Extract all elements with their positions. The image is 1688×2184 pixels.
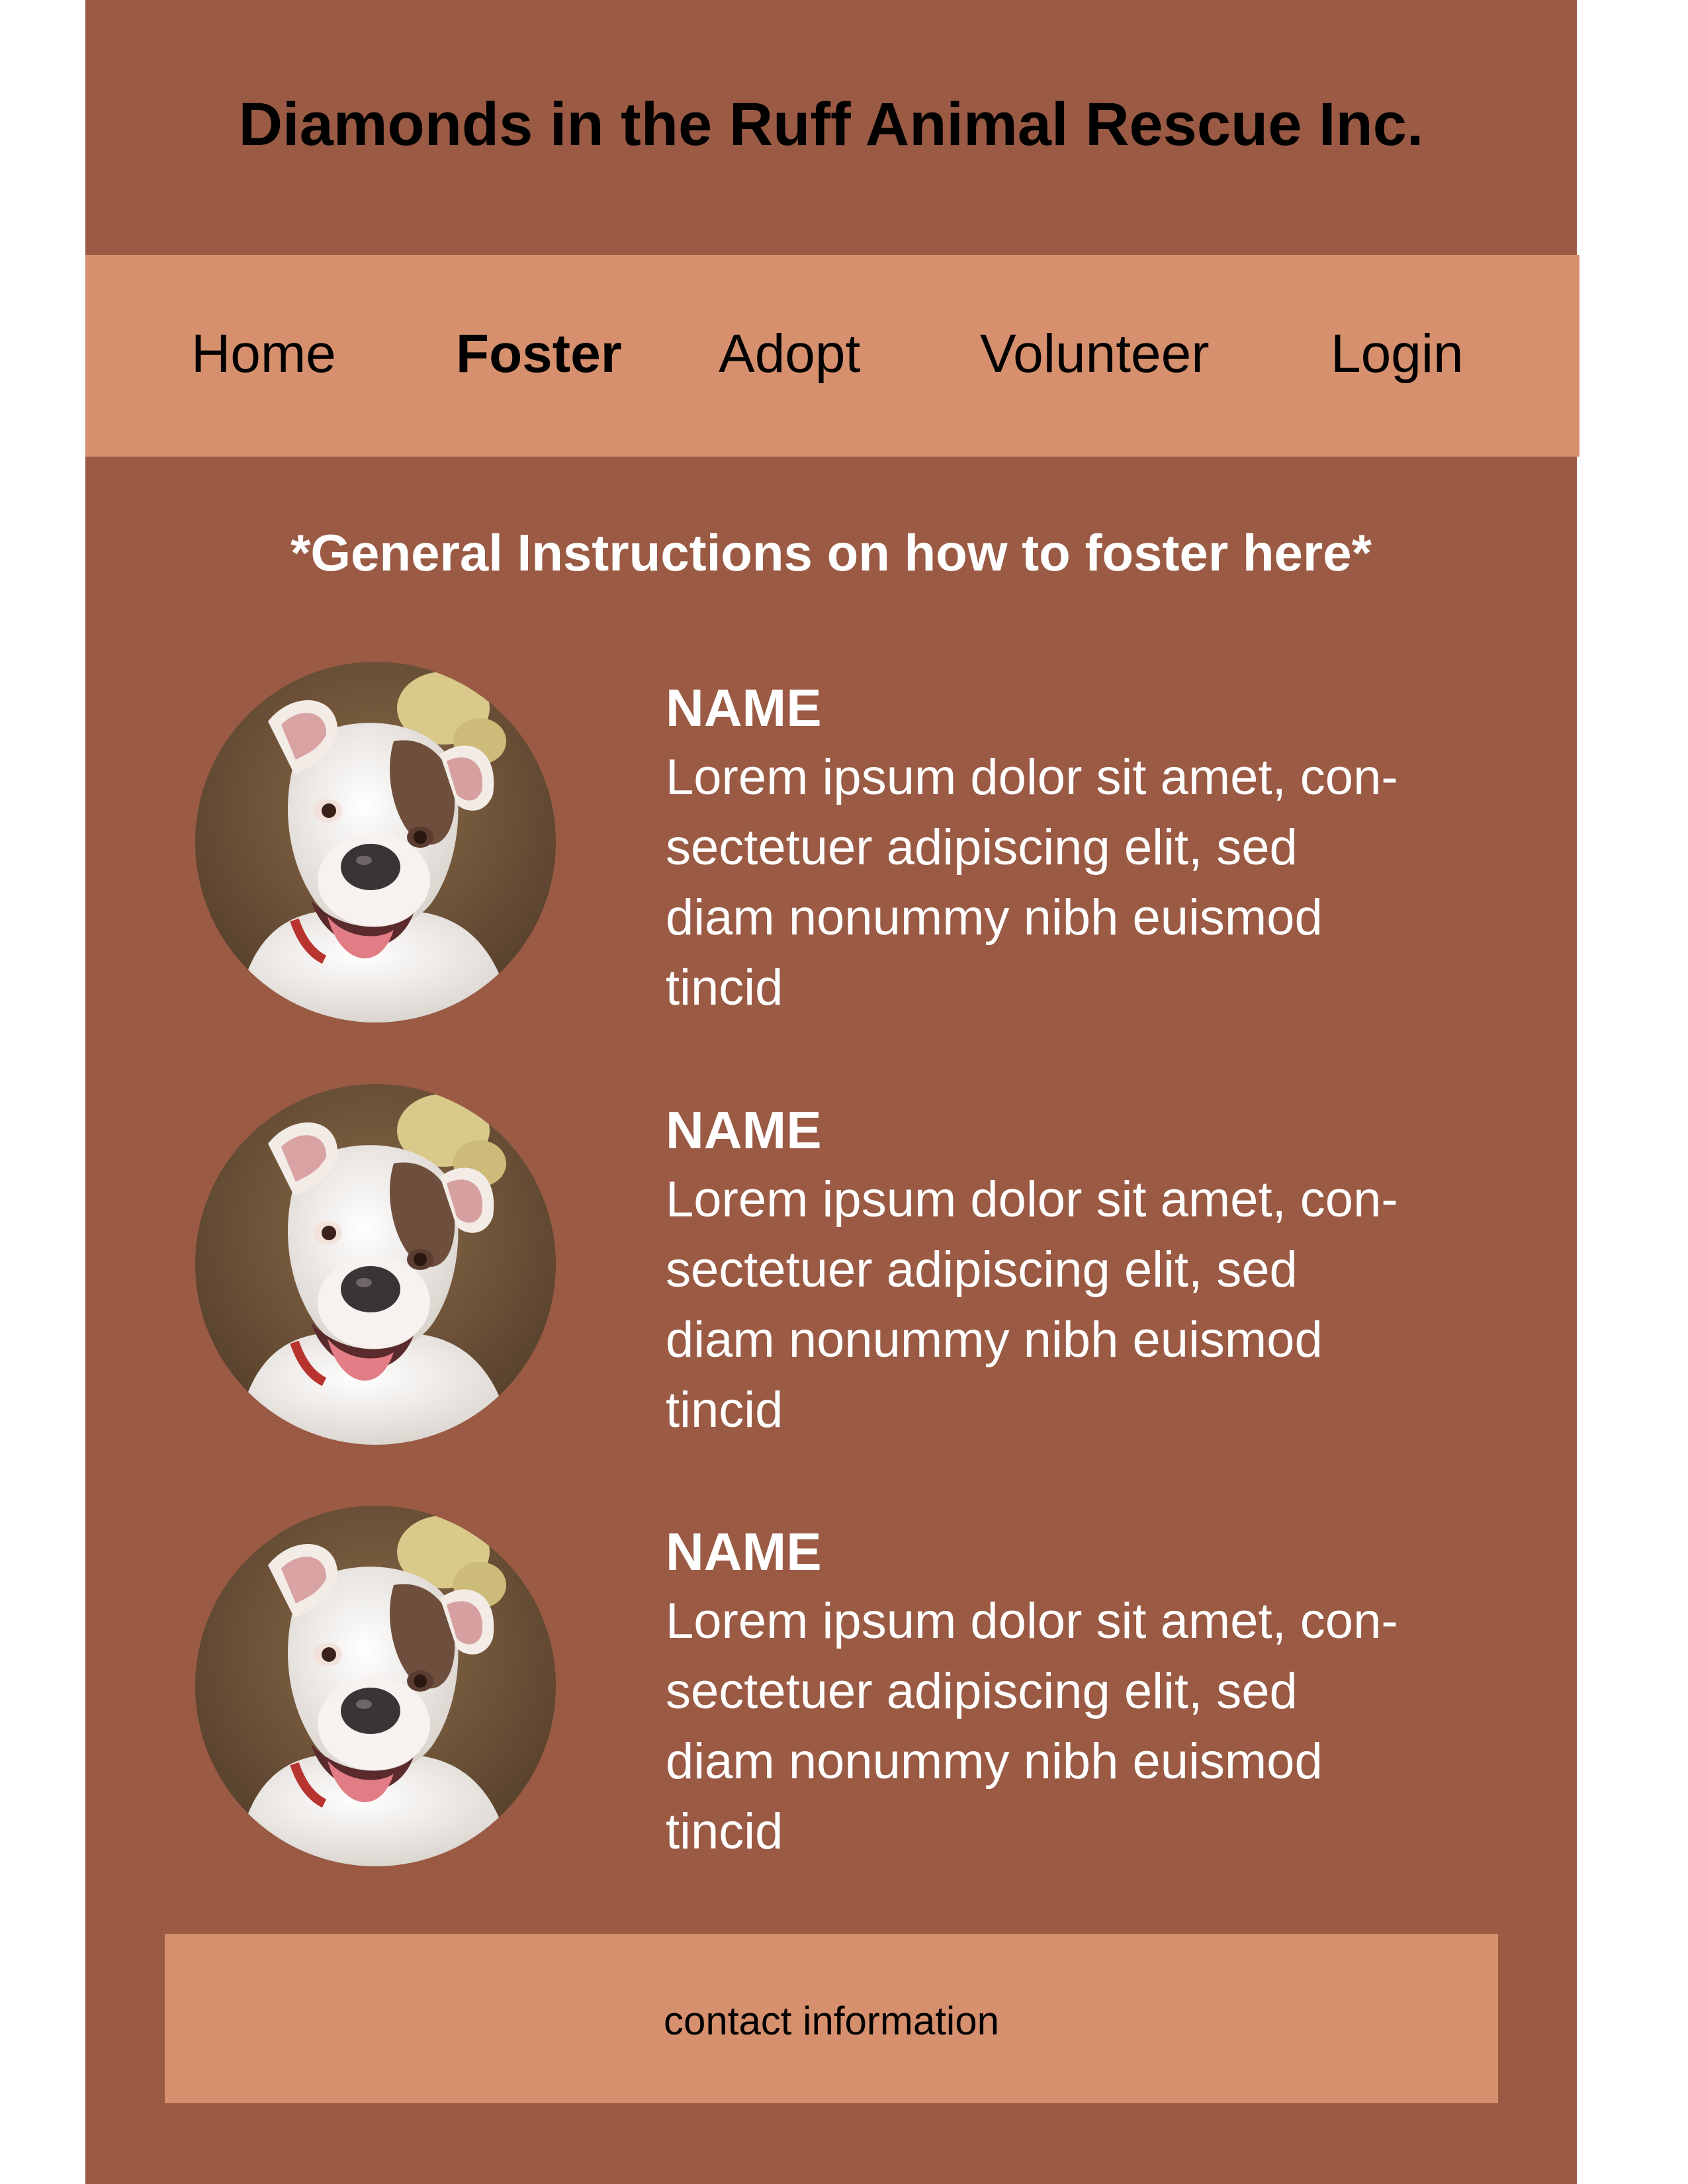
animal-card: NAME Lorem ipsum dolor sit amet, con- se… xyxy=(85,659,1577,1029)
dog-photo-icon xyxy=(195,1506,556,1866)
description-line: Lorem ipsum dolor sit amet, con- xyxy=(666,749,1398,805)
description-line: diam nonummy nibh euismod xyxy=(666,1733,1323,1790)
animal-info: NAME Lorem ipsum dolor sit amet, con- se… xyxy=(666,1519,1526,1867)
animal-description: Lorem ipsum dolor sit amet, con- sectetu… xyxy=(666,743,1526,1023)
description-line: diam nonummy nibh euismod xyxy=(666,1312,1323,1368)
animal-description: Lorem ipsum dolor sit amet, con- sectetu… xyxy=(666,1165,1526,1445)
site-title: Diamonds in the Ruff Animal Rescue Inc. xyxy=(238,91,1424,158)
description-line: tincid xyxy=(666,1803,783,1860)
description-line: tincid xyxy=(666,960,783,1016)
footer: contact information xyxy=(165,1934,1498,2103)
contact-information: contact information xyxy=(664,1999,999,2043)
animal-name: NAME xyxy=(666,1522,822,1581)
animal-info: NAME Lorem ipsum dolor sit amet, con- se… xyxy=(666,675,1526,1023)
dog-photo-icon xyxy=(195,1084,556,1445)
animal-name: NAME xyxy=(666,678,822,737)
description-line: Lorem ipsum dolor sit amet, con- xyxy=(666,1593,1398,1649)
description-line: sectetuer adipiscing elit, sed xyxy=(666,1663,1298,1719)
page-container: Diamonds in the Ruff Animal Rescue Inc. … xyxy=(85,0,1579,2184)
nav-item-foster[interactable]: Foster xyxy=(456,318,622,390)
animal-name: NAME xyxy=(666,1101,822,1160)
nav-item-home[interactable]: Home xyxy=(191,318,336,390)
nav-item-adopt[interactable]: Adopt xyxy=(719,318,860,390)
description-line: Lorem ipsum dolor sit amet, con- xyxy=(666,1171,1398,1228)
description-line: tincid xyxy=(666,1382,783,1438)
dog-photo-icon xyxy=(195,662,556,1023)
description-line: diam nonummy nibh euismod xyxy=(666,889,1323,946)
description-line: sectetuer adipiscing elit, sed xyxy=(666,819,1298,876)
animal-info: NAME Lorem ipsum dolor sit amet, con- se… xyxy=(666,1097,1526,1445)
animal-description: Lorem ipsum dolor sit amet, con- sectetu… xyxy=(666,1586,1526,1867)
nav-bar: Home Foster Adopt Volunteer Login xyxy=(85,255,1579,457)
site-header: Diamonds in the Ruff Animal Rescue Inc. xyxy=(85,0,1577,255)
animal-card: NAME Lorem ipsum dolor sit amet, con- se… xyxy=(85,1081,1577,1451)
foster-instructions: *General Instructions on how to foster h… xyxy=(290,523,1372,582)
description-line: sectetuer adipiscing elit, sed xyxy=(666,1242,1298,1298)
nav-item-login[interactable]: Login xyxy=(1331,318,1464,390)
animal-card: NAME Lorem ipsum dolor sit amet, con- se… xyxy=(85,1502,1577,1873)
nav-item-volunteer[interactable]: Volunteer xyxy=(980,318,1210,390)
